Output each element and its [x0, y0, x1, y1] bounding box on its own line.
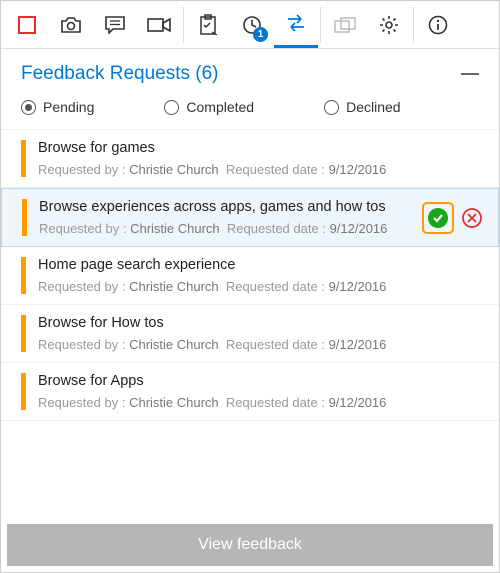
- accept-button[interactable]: [422, 202, 454, 234]
- item-body: Browse for How tos Requested by : Christi…: [38, 315, 485, 352]
- clipboard-button[interactable]: [186, 2, 230, 48]
- meta-by-label: Requested by :: [39, 221, 126, 236]
- item-title: Browse for Apps: [38, 373, 485, 389]
- meta-by-value: Christie Church: [129, 279, 219, 294]
- meta-date-label: Requested date :: [226, 279, 325, 294]
- meta-by-value: Christie Church: [129, 337, 219, 352]
- meta-by-value: Christie Church: [129, 162, 219, 177]
- stop-button[interactable]: [5, 2, 49, 48]
- item-actions: [422, 199, 484, 236]
- camera-button[interactable]: [49, 2, 93, 48]
- item-title: Browse for games: [38, 140, 485, 156]
- comment-button[interactable]: [93, 2, 137, 48]
- filter-label: Completed: [186, 99, 254, 115]
- badge-count: 1: [253, 27, 268, 42]
- item-title: Home page search experience: [38, 257, 485, 273]
- status-bar: [21, 257, 26, 294]
- item-meta: Requested by : Christie Church Requested…: [38, 162, 485, 177]
- item-meta: Requested by : Christie Church Requested…: [38, 395, 485, 410]
- item-title: Browse experiences across apps, games an…: [39, 199, 414, 215]
- radio-icon: [324, 100, 339, 115]
- check-icon: [428, 208, 448, 228]
- meta-by-value: Christie Church: [130, 221, 220, 236]
- filter-label: Pending: [43, 99, 94, 115]
- toolbar-divider: [183, 7, 184, 43]
- toolbar-divider: [413, 7, 414, 43]
- meta-date-label: Requested date :: [226, 337, 325, 352]
- item-meta: Requested by : Christie Church Requested…: [39, 221, 414, 236]
- meta-date-value: 9/12/2016: [330, 221, 388, 236]
- screens-button[interactable]: [323, 2, 367, 48]
- meta-date-value: 9/12/2016: [329, 162, 387, 177]
- panel-title: Feedback Requests (6): [21, 63, 219, 85]
- meta-date-label: Requested date :: [227, 221, 326, 236]
- toolbar-divider: [320, 7, 321, 43]
- status-bar: [21, 315, 26, 352]
- video-button[interactable]: [137, 2, 181, 48]
- meta-by-label: Requested by :: [38, 162, 125, 177]
- meta-by-label: Requested by :: [38, 279, 125, 294]
- filter-declined[interactable]: Declined: [324, 99, 400, 115]
- meta-date-value: 9/12/2016: [329, 337, 387, 352]
- decline-button[interactable]: [460, 206, 484, 230]
- status-bar: [22, 199, 27, 236]
- settings-button[interactable]: [367, 2, 411, 48]
- meta-by-label: Requested by :: [38, 395, 125, 410]
- info-button[interactable]: [416, 2, 460, 48]
- view-feedback-button[interactable]: View feedback: [7, 524, 493, 566]
- meta-date-label: Requested date :: [226, 162, 325, 177]
- request-item[interactable]: Home page search experience Requested by …: [1, 247, 499, 305]
- status-bar: [21, 373, 26, 410]
- panel-header: Feedback Requests (6): [1, 49, 499, 95]
- radio-icon: [21, 100, 36, 115]
- request-item[interactable]: Browse for games Requested by : Christie …: [1, 130, 499, 188]
- radio-icon: [164, 100, 179, 115]
- request-item[interactable]: Browse experiences across apps, games an…: [1, 188, 499, 247]
- status-bar: [21, 140, 26, 177]
- item-meta: Requested by : Christie Church Requested…: [38, 337, 485, 352]
- x-circle-icon: [461, 207, 483, 229]
- item-meta: Requested by : Christie Church Requested…: [38, 279, 485, 294]
- meta-date-value: 9/12/2016: [329, 279, 387, 294]
- item-body: Browse experiences across apps, games an…: [39, 199, 414, 236]
- request-list: Browse for games Requested by : Christie …: [1, 129, 499, 518]
- meta-date-label: Requested date :: [226, 395, 325, 410]
- footer: View feedback: [1, 518, 499, 572]
- request-item[interactable]: Browse for How tos Requested by : Christi…: [1, 305, 499, 363]
- item-title: Browse for How tos: [38, 315, 485, 331]
- item-body: Home page search experience Requested by …: [38, 257, 485, 294]
- sync-button[interactable]: [274, 2, 318, 48]
- meta-date-value: 9/12/2016: [329, 395, 387, 410]
- filter-label: Declined: [346, 99, 400, 115]
- collapse-button[interactable]: [461, 73, 479, 75]
- item-body: Browse for games Requested by : Christie …: [38, 140, 485, 177]
- filter-completed[interactable]: Completed: [164, 99, 254, 115]
- filter-row: Pending Completed Declined: [1, 95, 499, 129]
- history-button[interactable]: 1: [230, 2, 274, 48]
- request-item[interactable]: Browse for Apps Requested by : Christie C…: [1, 363, 499, 421]
- meta-by-label: Requested by :: [38, 337, 125, 352]
- meta-by-value: Christie Church: [129, 395, 219, 410]
- filter-pending[interactable]: Pending: [21, 99, 94, 115]
- toolbar: 1: [1, 1, 499, 49]
- item-body: Browse for Apps Requested by : Christie C…: [38, 373, 485, 410]
